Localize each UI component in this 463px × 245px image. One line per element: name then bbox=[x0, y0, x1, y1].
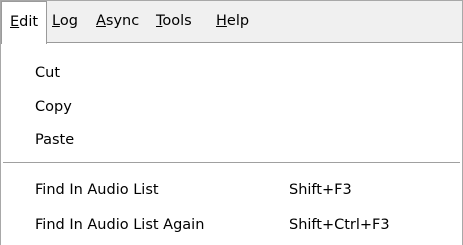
menu-tools-label: ools bbox=[162, 13, 192, 29]
menu-item-shortcut: Shift+Ctrl+F3 bbox=[289, 217, 390, 233]
menu-item-label: Find In Audio List bbox=[35, 182, 159, 198]
menu-log-accel: L bbox=[52, 13, 60, 29]
edit-menu-dropdown: Cut Copy Paste Find In Audio List Shift+… bbox=[1, 42, 462, 245]
menu-item-label: Paste bbox=[35, 132, 75, 148]
menu-tools[interactable]: Tools bbox=[148, 1, 200, 42]
menu-item-cut[interactable]: Cut bbox=[1, 56, 462, 90]
menu-log-label: og bbox=[59, 13, 78, 29]
menu-edit-accel: E bbox=[10, 14, 20, 30]
menu-item-label: Cut bbox=[35, 65, 60, 81]
menu-bar: Edit Log Async Tools Help bbox=[1, 1, 462, 44]
menu-separator bbox=[3, 162, 460, 164]
menu-item-label: Find In Audio List Again bbox=[35, 217, 205, 233]
menu-help-label: elp bbox=[226, 13, 250, 29]
menu-async-label: sync bbox=[105, 13, 140, 29]
menu-item-find-in-audio-list[interactable]: Find In Audio List Shift+F3 bbox=[1, 173, 462, 207]
menu-edit[interactable]: Edit bbox=[1, 1, 48, 44]
window-frame: Edit Log Async Tools Help Cut Copy Paste… bbox=[0, 0, 463, 245]
menu-log[interactable]: Log bbox=[44, 1, 86, 42]
menu-item-label: Copy bbox=[35, 99, 72, 115]
menu-help-accel: H bbox=[216, 13, 227, 29]
menu-async[interactable]: Async bbox=[88, 1, 147, 42]
menu-item-find-in-audio-list-again[interactable]: Find In Audio List Again Shift+Ctrl+F3 bbox=[1, 208, 462, 242]
menu-item-paste[interactable]: Paste bbox=[1, 123, 462, 157]
menu-edit-label: dit bbox=[19, 14, 39, 30]
menu-async-accel: A bbox=[96, 13, 106, 29]
menu-item-copy[interactable]: Copy bbox=[1, 90, 462, 124]
menu-item-shortcut: Shift+F3 bbox=[289, 182, 352, 198]
menu-help[interactable]: Help bbox=[208, 1, 257, 42]
